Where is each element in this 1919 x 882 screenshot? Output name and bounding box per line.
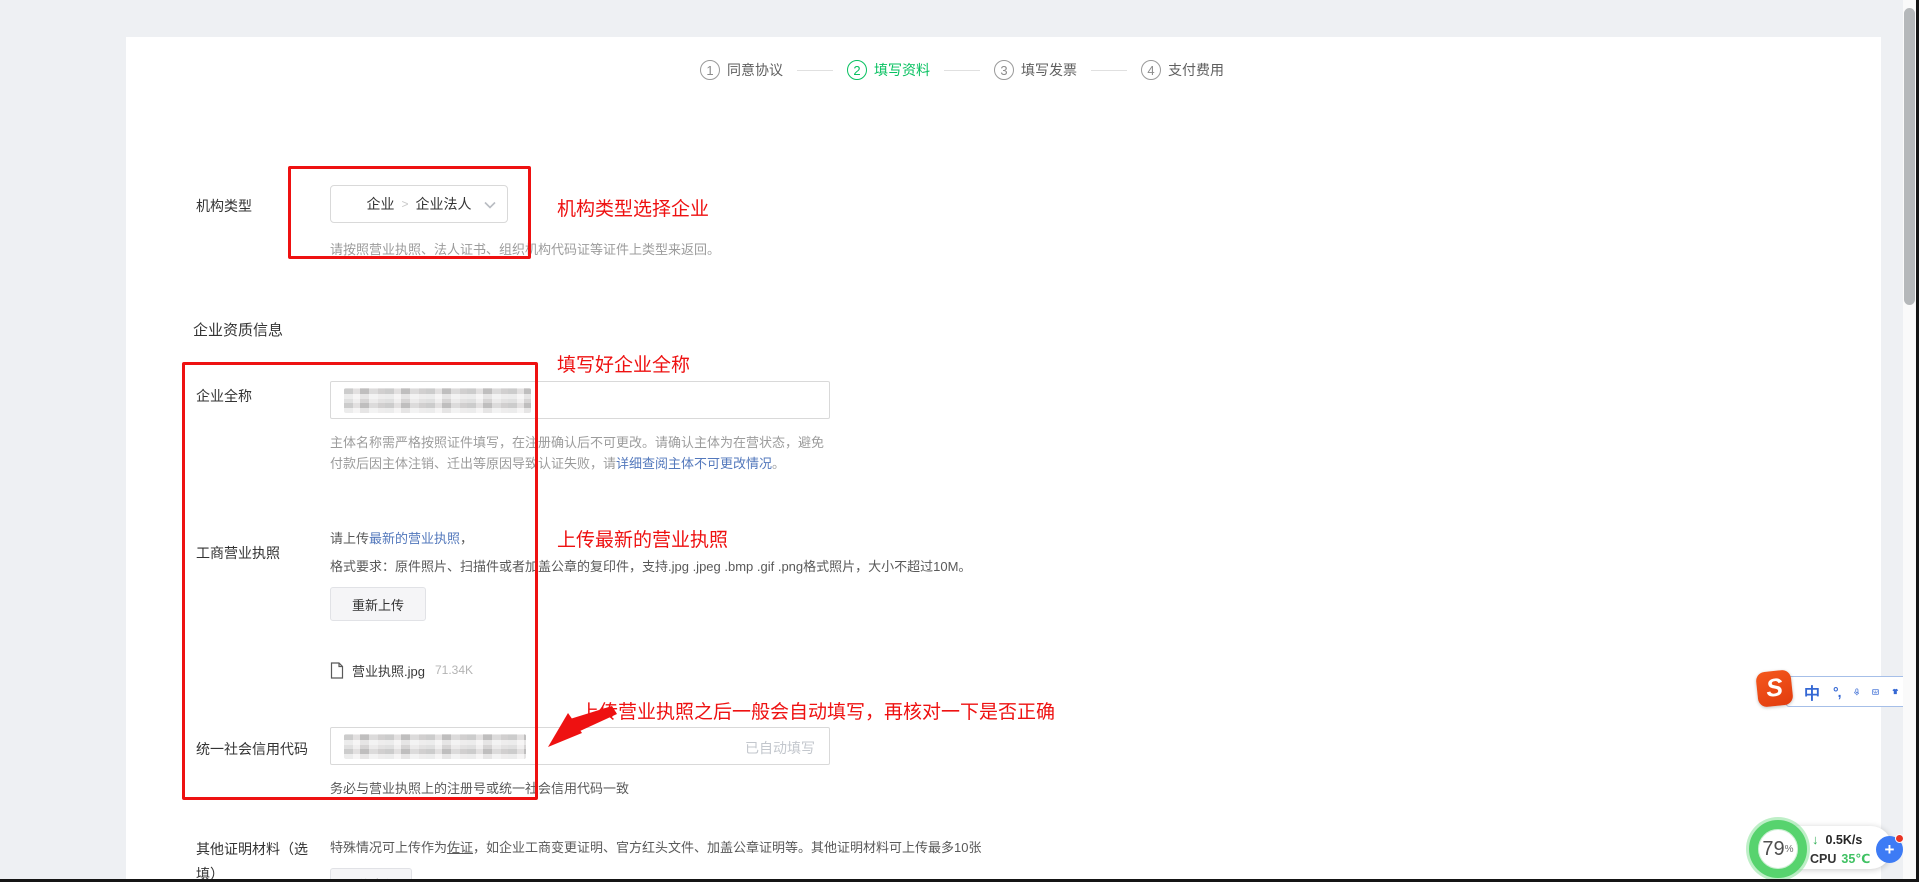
step-connector: [1091, 70, 1127, 71]
other-desc-pre: 特殊情况可上传作为: [330, 840, 447, 855]
cpu-temp-value: 35℃: [1841, 851, 1870, 866]
step-agree: 1 同意协议: [700, 60, 783, 80]
cpu-status: CPU 35℃: [1810, 851, 1870, 866]
annotation-text-org-type: 机构类型选择企业: [557, 194, 709, 221]
step-1-circle: 1: [700, 60, 720, 80]
skin-shirt-icon[interactable]: [1892, 685, 1899, 698]
breadcrumb-separator-icon: >: [401, 197, 408, 211]
org-type-label: 机构类型: [196, 196, 252, 216]
network-speed: ↓ 0.5K/s: [1812, 832, 1862, 847]
wizard-stepper: 1 同意协议 2 填写资料 3 填写发票 4 支付费用: [700, 56, 1224, 84]
step-fill-info: 2 填写资料: [847, 60, 930, 80]
keyboard-icon[interactable]: [1872, 686, 1879, 698]
percent-value: 79: [1762, 838, 1784, 861]
uploaded-file-row[interactable]: 营业执照.jpg 71.34K: [330, 660, 473, 680]
screen: 1 同意协议 2 填写资料 3 填写发票 4 支付费用 机构类型 企业 > 企业…: [0, 0, 1919, 882]
license-tip-prefix: 请上传: [330, 531, 369, 546]
step-4-label: 支付费用: [1168, 60, 1224, 80]
redacted-company-name: [344, 388, 531, 413]
license-tip-link[interactable]: 最新的营业执照: [369, 531, 460, 546]
annotation-text-credit-code: 上传营业执照之后一般会自动填写，再核对一下是否正确: [580, 697, 1055, 724]
ime-punctuation-icon[interactable]: °,: [1833, 684, 1841, 700]
org-type-hint: 请按照营业执照、法人证书、组织机构代码证等证件上类型来返回。: [330, 239, 720, 258]
step-3-label: 填写发票: [1021, 60, 1077, 80]
sogou-logo[interactable]: S: [1755, 669, 1793, 707]
company-name-input[interactable]: [330, 381, 830, 419]
note-link[interactable]: 详细查阅主体不可更改情况: [616, 456, 772, 471]
license-tip: 请上传最新的营业执照，: [330, 528, 473, 547]
step-pay: 4 支付费用: [1141, 60, 1224, 80]
ime-toolbar: 中 °,: [1786, 676, 1919, 707]
step-connector: [797, 70, 833, 71]
org-type-value-sub: 企业法人: [416, 194, 472, 214]
license-label: 工商营业执照: [196, 543, 280, 563]
reupload-button[interactable]: 重新上传: [330, 587, 426, 621]
section-title: 企业资质信息: [193, 319, 283, 340]
credit-code-hint: 务必与营业执照上的注册号或统一社会信用代码一致: [330, 778, 629, 797]
redacted-credit-code: [344, 734, 526, 759]
net-speed-value: 0.5K/s: [1826, 833, 1863, 847]
uploaded-file-size: 71.34K: [435, 663, 473, 677]
microphone-icon[interactable]: [1854, 684, 1860, 700]
company-name-note: 主体名称需严格按照证件填写，在注册确认后不可更改。请确认主体为在营状态，避免付款…: [330, 432, 830, 474]
step-4-circle: 4: [1141, 60, 1161, 80]
step-invoice: 3 填写发票: [994, 60, 1077, 80]
scrollbar-thumb[interactable]: [1904, 8, 1915, 305]
cpu-label: CPU: [1810, 852, 1836, 866]
note-end: 。: [772, 456, 785, 471]
org-type-select[interactable]: 企业 > 企业法人: [330, 185, 508, 223]
annotation-arrow: [546, 705, 618, 749]
org-type-value-main: 企业: [366, 194, 394, 214]
annotation-text-company-name: 填写好企业全称: [557, 350, 690, 377]
chevron-down-icon: [484, 201, 496, 209]
step-1-label: 同意协议: [727, 60, 783, 80]
credit-code-autofill-text: 已自动填写: [745, 738, 815, 758]
credit-code-label: 统一社会信用代码: [196, 739, 308, 759]
license-format-requirements: 格式要求：原件照片、扫描件或者加盖公章的复印件，支持.jpg .jpeg .bm…: [330, 556, 971, 575]
ime-language-toggle[interactable]: 中: [1804, 680, 1820, 704]
annotation-text-license: 上传最新的营业执照: [557, 525, 728, 552]
step-3-circle: 3: [994, 60, 1014, 80]
battery-percentage-ring[interactable]: 79%: [1749, 820, 1807, 878]
file-icon: [330, 662, 344, 679]
other-desc-evidence: 佐证: [447, 840, 473, 855]
other-materials-label: 其他证明材料（选填）: [196, 837, 314, 882]
step-2-label: 填写资料: [874, 60, 930, 80]
percent-unit: %: [1785, 844, 1794, 855]
download-arrow-icon: ↓: [1812, 832, 1819, 847]
step-connector: [944, 70, 980, 71]
other-desc-post: ，如企业工商变更证明、官方红头文件、加盖公章证明等。其他证明材料可上传最多10张: [473, 840, 981, 855]
uploaded-file-name: 营业执照.jpg: [352, 661, 425, 680]
step-2-circle: 2: [847, 60, 867, 80]
company-name-label: 企业全称: [196, 386, 252, 406]
other-materials-desc: 特殊情况可上传作为佐证，如企业工商变更证明、官方红头文件、加盖公章证明等。其他证…: [330, 837, 1090, 856]
license-tip-comma: ，: [460, 531, 473, 546]
